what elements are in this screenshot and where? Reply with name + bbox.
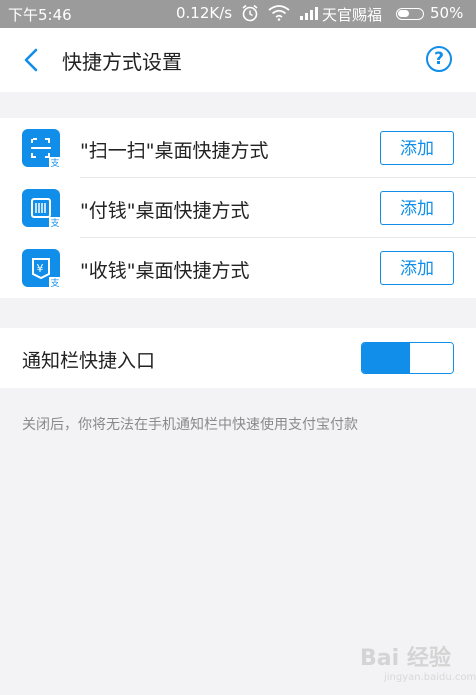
wifi-icon — [268, 5, 290, 21]
notification-hint: 关闭后，你将无法在手机通知栏中快速使用支付宝付款 — [22, 417, 358, 433]
toggle-on-fill — [362, 343, 410, 373]
back-arrow-icon[interactable] — [18, 46, 46, 74]
shortcut-list: 支 "扫一扫"桌面快捷方式 添加 支 "付钱"桌面快捷方式 添加 ¥ 支 "收钱… — [0, 118, 476, 298]
status-bar: 下午5:46 0.12K/s 天官赐福 50% — [0, 0, 476, 28]
svg-text:支: 支 — [51, 277, 60, 287]
help-icon[interactable]: ? — [426, 46, 452, 72]
battery-percent: 50% — [430, 4, 464, 22]
watermark-url: jingyan.baidu.com — [384, 672, 476, 683]
signal-icon — [300, 7, 318, 20]
carrier-name: 天官赐福 — [322, 6, 383, 24]
notification-shortcut-label: 通知栏快捷入口 — [22, 350, 156, 372]
shortcut-row-collect: ¥ 支 "收钱"桌面快捷方式 添加 — [0, 238, 476, 298]
status-time: 下午5:46 — [8, 6, 72, 24]
add-pay-shortcut-button[interactable]: 添加 — [380, 191, 454, 225]
shortcut-label-scan: "扫一扫"桌面快捷方式 — [80, 140, 269, 162]
svg-text:¥: ¥ — [37, 262, 44, 275]
watermark-logo: Bai 经验 — [360, 646, 451, 671]
page-title: 快捷方式设置 — [62, 50, 182, 74]
shortcut-row-pay: 支 "付钱"桌面快捷方式 添加 — [0, 178, 476, 238]
shortcut-row-scan: 支 "扫一扫"桌面快捷方式 添加 — [0, 118, 476, 178]
battery-icon — [396, 8, 424, 20]
barcode-icon: 支 — [22, 189, 60, 227]
svg-text:支: 支 — [51, 157, 60, 167]
app-header: 快捷方式设置 ? — [0, 28, 476, 92]
scan-icon: 支 — [22, 129, 60, 167]
shortcut-label-pay: "付钱"桌面快捷方式 — [80, 200, 250, 222]
notification-toggle[interactable] — [361, 342, 454, 374]
yuan-icon: ¥ 支 — [22, 249, 60, 287]
svg-text:支: 支 — [51, 217, 60, 227]
toggle-knob — [410, 343, 453, 373]
shortcut-label-collect: "收钱"桌面快捷方式 — [80, 260, 250, 282]
add-scan-shortcut-button[interactable]: 添加 — [380, 131, 454, 165]
notification-shortcut-row: 通知栏快捷入口 — [0, 328, 476, 388]
add-collect-shortcut-button[interactable]: 添加 — [380, 251, 454, 285]
network-speed: 0.12K/s — [176, 4, 233, 22]
alarm-icon — [242, 4, 258, 22]
